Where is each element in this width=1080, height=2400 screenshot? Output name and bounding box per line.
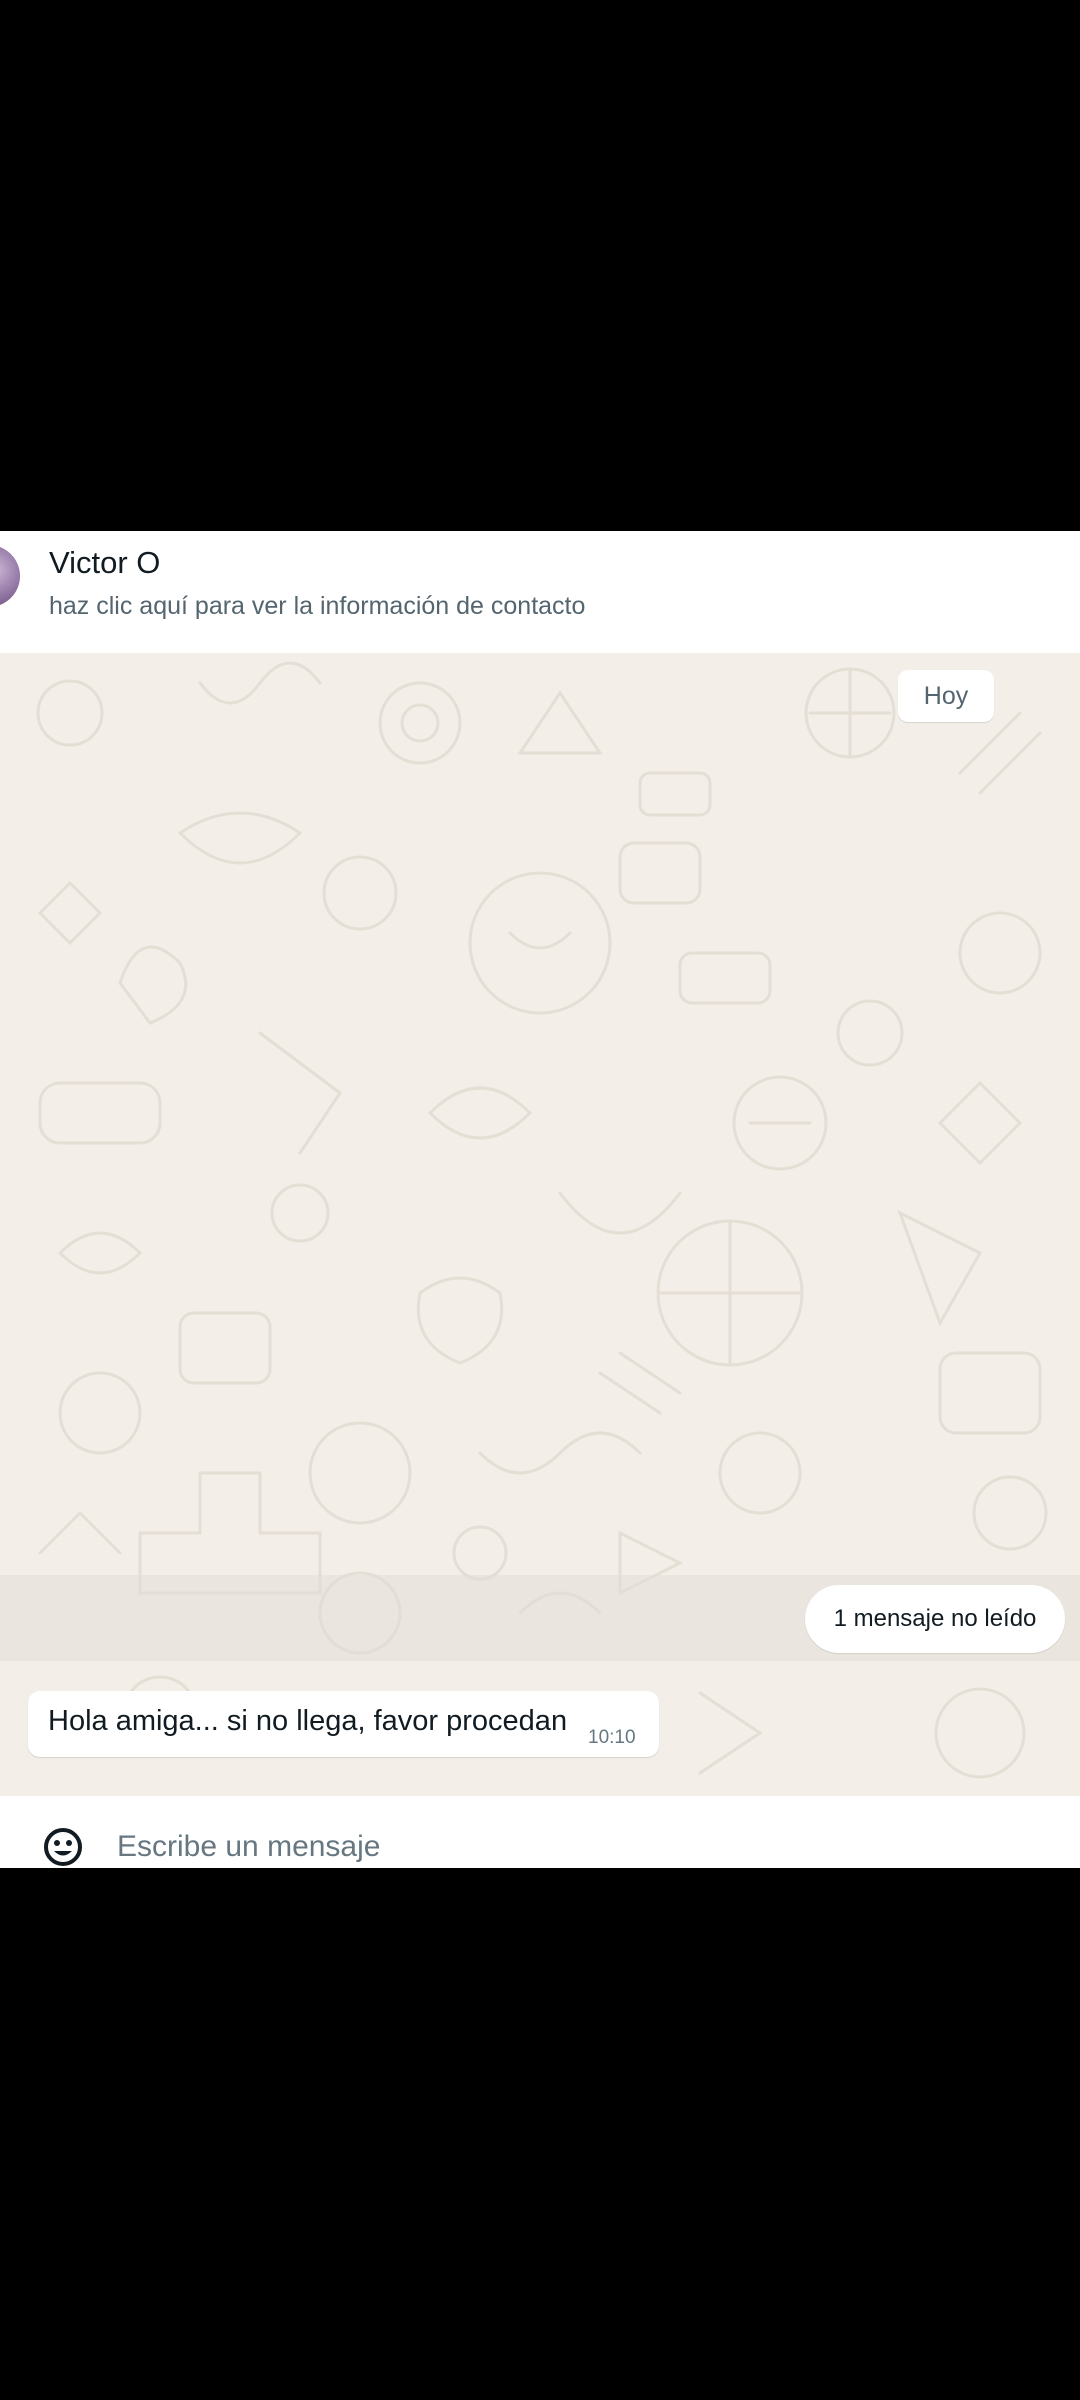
contact-info-hint[interactable]: haz clic aquí para ver la información de…	[49, 592, 585, 621]
message-composer[interactable]: Escribe un mensaje	[0, 1796, 1080, 1868]
message-input[interactable]: Escribe un mensaje	[117, 1830, 380, 1864]
incoming-message[interactable]: Hola amiga... si no llega, favor proceda…	[28, 1691, 659, 1757]
message-text: Hola amiga... si no llega, favor proceda…	[48, 1705, 568, 1737]
contact-name[interactable]: Victor O	[49, 545, 160, 581]
chat-header[interactable]: Victor O haz clic aquí para ver la infor…	[0, 531, 1080, 654]
message-list[interactable]: Hoy 1 mensaje no leído Hola amiga... si …	[0, 653, 1080, 1796]
message-time: 10:10	[588, 1727, 636, 1748]
chat-window: Victor O haz clic aquí para ver la infor…	[0, 531, 1080, 1868]
unread-divider: 1 mensaje no leído	[805, 1585, 1065, 1653]
emoji-icon[interactable]	[42, 1826, 84, 1868]
contact-avatar[interactable]	[0, 545, 20, 607]
date-divider: Hoy	[898, 670, 994, 722]
